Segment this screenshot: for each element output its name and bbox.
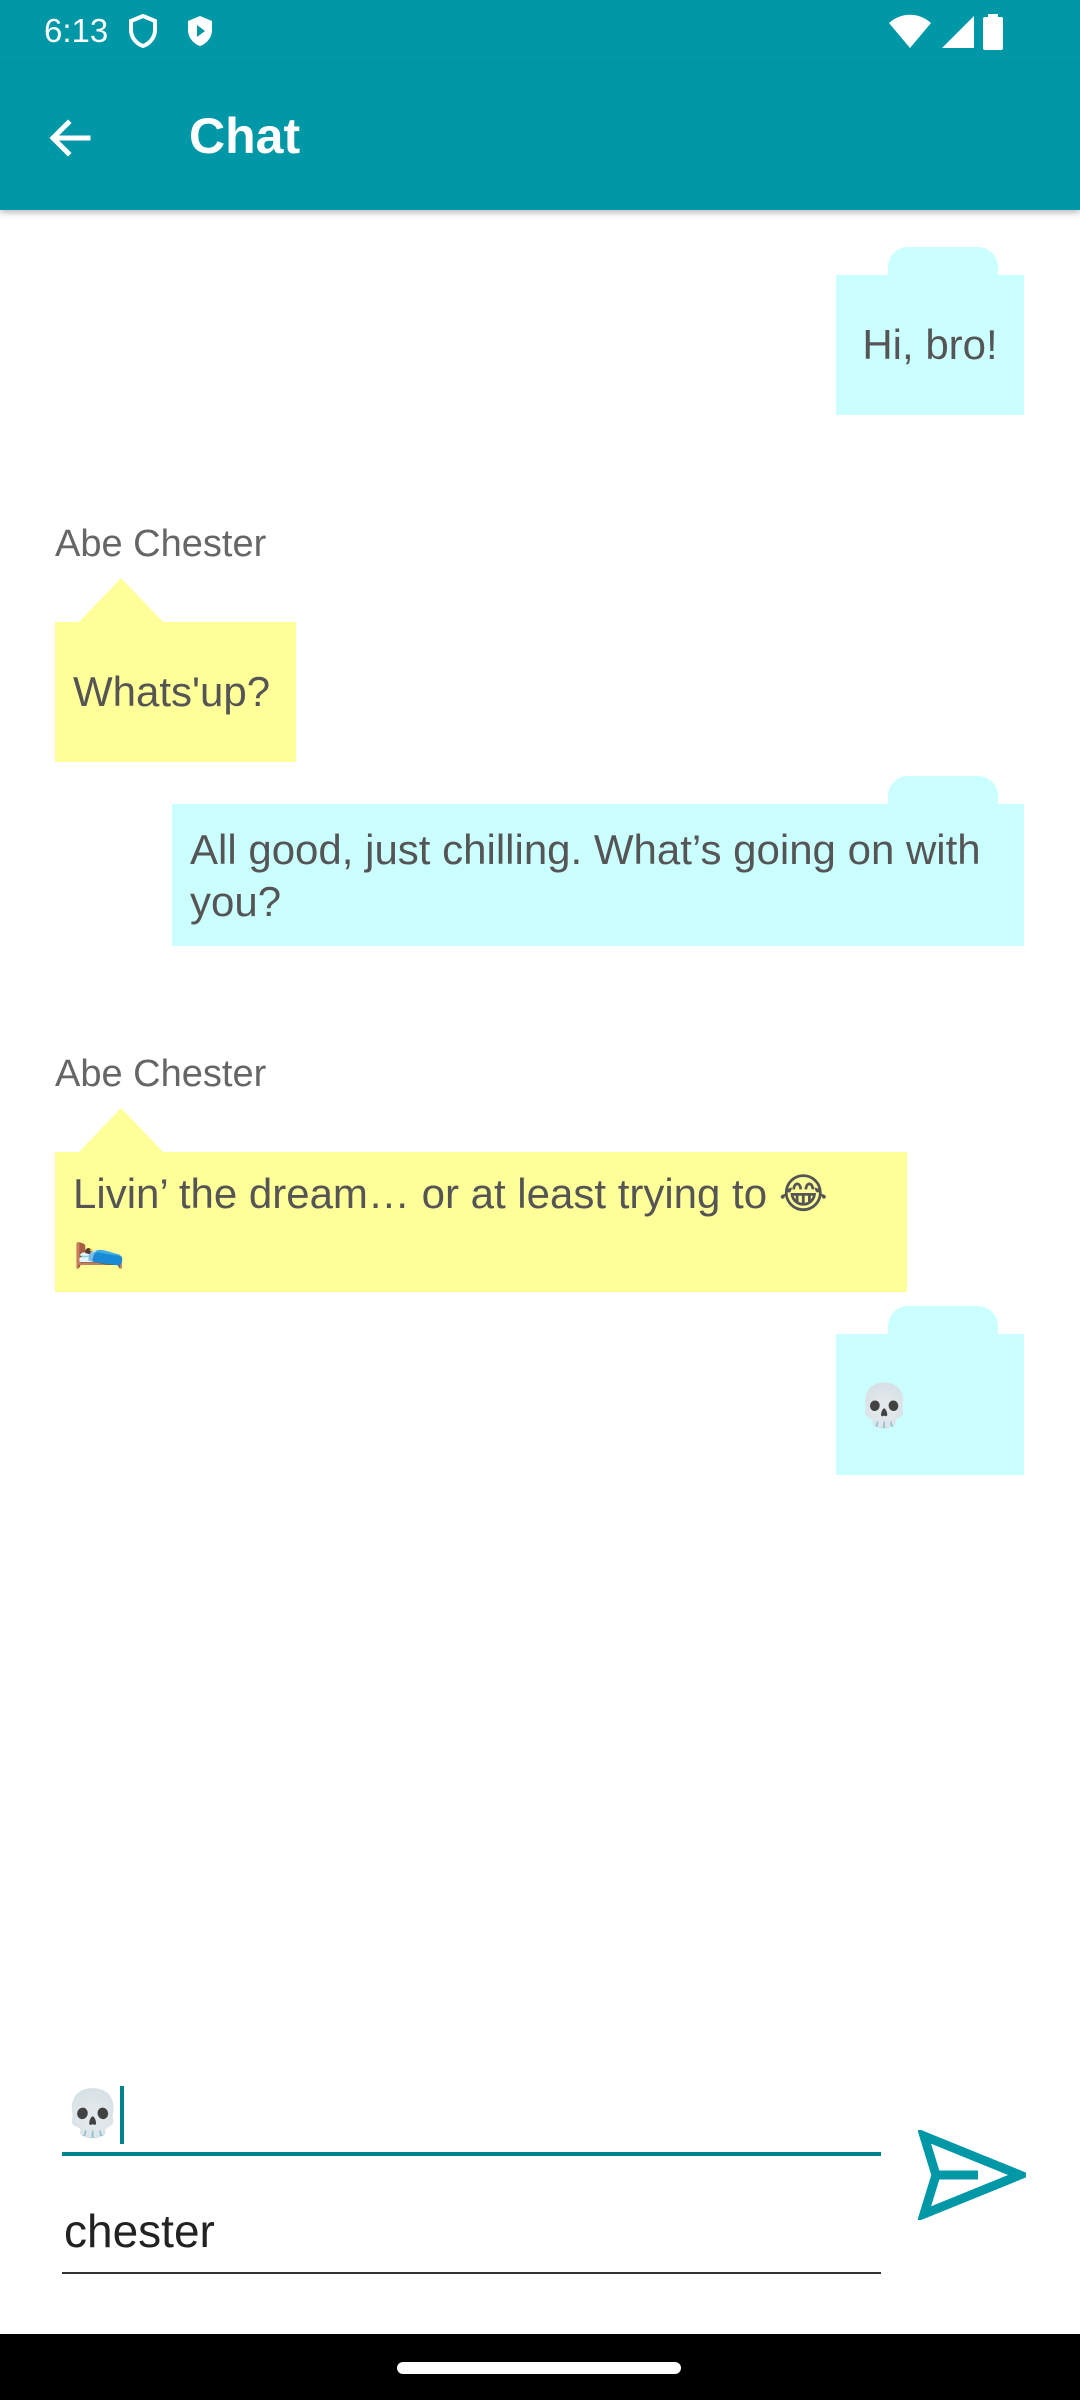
- bubble-tab: [79, 578, 163, 622]
- text-cursor: [120, 2086, 124, 2144]
- message-text: Hi, bro!: [862, 321, 998, 368]
- wifi-icon: [889, 14, 931, 48]
- message-bubble-outgoing: Hi, bro!: [836, 247, 1024, 415]
- sender-name: Abe Chester: [55, 1053, 267, 1095]
- message-bubble-incoming: Livin’ the dream… or at least trying to …: [55, 1108, 907, 1292]
- username-input[interactable]: chester: [62, 2196, 881, 2274]
- message-text: 💀: [858, 1382, 911, 1429]
- send-icon[interactable]: [918, 2130, 1026, 2220]
- shield-icon: [129, 14, 157, 48]
- bubble-tab: [888, 1306, 998, 1334]
- page-title: Chat: [189, 108, 301, 164]
- bubble-tab: [888, 776, 998, 804]
- message-input[interactable]: 💀: [62, 2080, 881, 2156]
- message-text: All good, just chilling. What’s going on…: [190, 826, 981, 925]
- sender-name: Abe Chester: [55, 523, 267, 565]
- battery-icon: [983, 14, 1003, 50]
- message-text: Whats'up?: [73, 668, 271, 715]
- app-bar: Chat: [0, 63, 1080, 210]
- status-time: 6:13: [44, 12, 109, 49]
- message-bubble-incoming: Whats'up?: [55, 578, 296, 762]
- bubble-tab: [79, 1108, 163, 1152]
- back-arrow-icon[interactable]: [44, 113, 94, 163]
- play-protect-icon: [188, 16, 212, 46]
- signal-icon: [942, 16, 974, 48]
- message-bubble-outgoing: 💀: [836, 1306, 1024, 1475]
- status-bar: 6:13: [0, 0, 1080, 63]
- home-gesture-handle[interactable]: [397, 2362, 681, 2374]
- navigation-bar: [0, 2334, 1080, 2400]
- message-input-value: 💀: [64, 2087, 122, 2139]
- username-input-value: chester: [64, 2205, 215, 2257]
- bubble-tab: [888, 247, 998, 275]
- message-text: Livin’ the dream… or at least trying to …: [73, 1170, 828, 1269]
- message-bubble-outgoing: All good, just chilling. What’s going on…: [172, 776, 1024, 946]
